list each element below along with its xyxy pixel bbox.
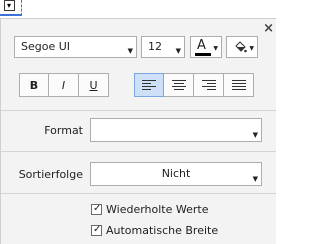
- table-handle-icon[interactable]: ▾: [4, 0, 15, 11]
- alignment-group: [134, 73, 254, 97]
- font-color-swatch: [195, 53, 211, 56]
- font-size-combo[interactable]: 12 ▼: [141, 36, 185, 58]
- divider: [1, 110, 276, 111]
- canvas-strip: ▾: [0, 0, 278, 18]
- repeated-values-label: Wiederholte Werte: [106, 202, 209, 216]
- checkmark-icon: ✓: [93, 223, 102, 235]
- red-guide-line: [21, 0, 22, 16]
- font-name-value: Segoe UI: [21, 40, 71, 53]
- selection-underline: [0, 14, 22, 16]
- repeated-values-checkbox-row[interactable]: ✓ Wiederholte Werte: [91, 202, 208, 216]
- sort-order-label: Sortierfolge: [18, 168, 83, 181]
- chevron-down-icon: ▼: [252, 175, 258, 183]
- paint-bucket-icon: [235, 41, 247, 53]
- text-style-group: B I U: [19, 73, 109, 97]
- align-right-icon: [201, 80, 216, 90]
- bold-button[interactable]: B: [19, 73, 49, 97]
- divider: [1, 193, 276, 194]
- chevron-down-icon: ▼: [252, 131, 258, 139]
- auto-width-checkbox[interactable]: ✓: [91, 223, 102, 236]
- italic-label: I: [61, 78, 66, 92]
- format-label: Format: [44, 124, 83, 137]
- format-dropdown[interactable]: ▼: [90, 118, 262, 142]
- close-icon[interactable]: ×: [263, 22, 274, 35]
- sort-order-value: Nicht: [161, 167, 191, 180]
- chevron-down-icon: ▼: [249, 45, 254, 52]
- align-left-icon: [142, 80, 156, 90]
- align-center-button[interactable]: [164, 73, 194, 97]
- underline-label: U: [89, 78, 98, 92]
- font-color-button[interactable]: A ▼: [190, 36, 222, 58]
- auto-width-checkbox-row[interactable]: ✓ Automatische Breite: [91, 223, 218, 237]
- align-justify-icon: [231, 80, 246, 90]
- sort-order-dropdown[interactable]: Nicht ▼: [90, 162, 262, 186]
- font-name-combo[interactable]: Segoe UI ▼: [14, 36, 137, 58]
- align-right-button[interactable]: [194, 73, 224, 97]
- repeated-values-checkbox[interactable]: ✓: [91, 202, 102, 215]
- font-size-value: 12: [148, 40, 162, 53]
- fill-color-button[interactable]: ▼: [226, 36, 258, 58]
- bold-label: B: [29, 78, 39, 92]
- auto-width-label: Automatische Breite: [106, 223, 219, 237]
- font-color-icon: A: [197, 38, 206, 53]
- chevron-down-icon: ▼: [175, 47, 181, 55]
- chevron-down-icon: ▼: [127, 47, 133, 55]
- checkmark-icon: ✓: [93, 202, 102, 214]
- align-center-icon: [171, 80, 186, 90]
- align-justify-button[interactable]: [224, 73, 254, 97]
- align-left-button[interactable]: [134, 73, 164, 97]
- italic-button[interactable]: I: [49, 73, 79, 97]
- underline-button[interactable]: U: [79, 73, 109, 97]
- chevron-down-icon: ▼: [213, 45, 218, 52]
- divider: [1, 151, 276, 152]
